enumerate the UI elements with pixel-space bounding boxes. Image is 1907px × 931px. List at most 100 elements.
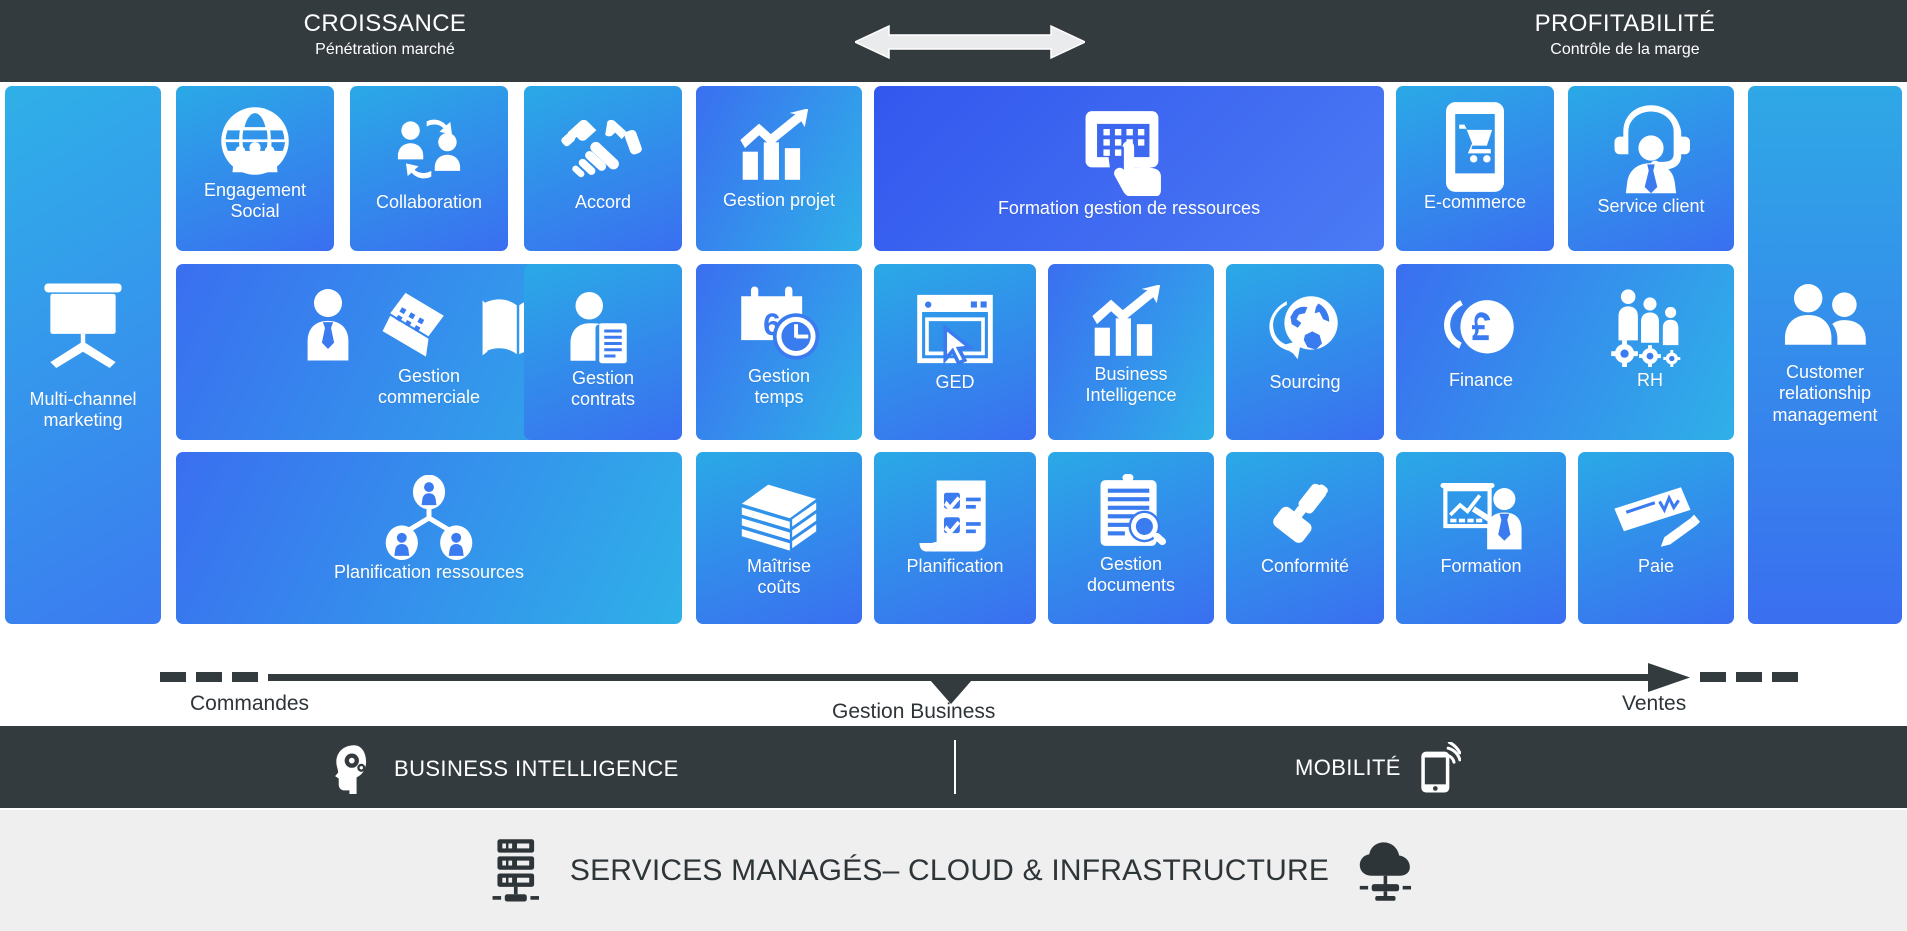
tile-multi-channel-marketing[interactable]: Multi-channel marketing	[5, 86, 161, 624]
money-stack-icon	[696, 478, 862, 556]
tile-gestion-contrats[interactable]: Gestion contrats	[524, 264, 682, 440]
tile-label: Business	[1094, 364, 1168, 384]
tile-label: documents	[1086, 575, 1176, 596]
browser-cursor-icon	[874, 286, 1036, 372]
two-people-icon	[1748, 284, 1902, 346]
header-left-subtitle: Pénétration marché	[315, 41, 455, 58]
calendar-clock-icon: 6	[696, 280, 862, 366]
tile-customer-relationship-management[interactable]: Customer relationship management	[1748, 86, 1902, 624]
process-flow: Commandes Gestion Business Ventes	[0, 636, 1907, 740]
tile-gestion-projet[interactable]: Gestion projet	[696, 86, 862, 251]
business-intelligence-group[interactable]: BUSINESS INTELLIGENCE	[330, 744, 679, 794]
tile-label: Sourcing	[1269, 372, 1341, 392]
tile-ged[interactable]: GED	[874, 264, 1036, 440]
clipboard-magnifier-icon	[1048, 472, 1214, 554]
head-gear-icon	[335, 745, 367, 794]
tile-label: Intelligence	[1085, 385, 1177, 406]
tile-label: Service client	[1597, 196, 1705, 216]
tile-label: Gestion	[1099, 554, 1163, 574]
tile-gestion-documents[interactable]: Gestion documents	[1048, 452, 1214, 624]
tile-label: Gestion	[747, 366, 811, 386]
tile-label: management	[1772, 404, 1878, 425]
tile-label: Formation	[1440, 556, 1522, 576]
tile-conformite[interactable]: Conformité	[1226, 452, 1384, 624]
touch-tablet-icon	[874, 106, 1384, 198]
tile-label: Engagement	[203, 180, 307, 200]
flow-label-start: Commandes	[190, 692, 310, 715]
double-headed-horizontal-arrow-icon	[855, 24, 1085, 60]
tile-label: E-commerce	[1423, 192, 1526, 212]
bar-chart-arrow-icon	[1048, 282, 1214, 364]
tile-finance[interactable]: Finance	[1396, 264, 1566, 440]
tile-label: temps	[754, 387, 804, 408]
tile-label: Conformité	[1260, 556, 1350, 576]
cheque-pen-icon	[1578, 478, 1734, 556]
infrastructure-band: SERVICES MANAGÉS– CLOUD & INFRASTRUCTURE	[0, 810, 1907, 931]
header-left-group: CROISSANCE Pénétration marché	[225, 9, 545, 61]
tile-label: Accord	[574, 192, 632, 212]
diagram-canvas: CROISSANCE Pénétration marché PROFITABIL…	[0, 0, 1907, 931]
tile-e-commerce[interactable]: E-commerce	[1396, 86, 1554, 251]
tile-label: Finance	[1448, 370, 1514, 390]
flow-label-end: Ventes	[1622, 692, 1687, 715]
server-rack-icon	[492, 838, 539, 902]
cloud-network-icon	[1359, 841, 1412, 901]
tile-label: Planification	[906, 556, 1004, 576]
globe-people-icon	[176, 102, 334, 180]
tile-business-intelligence[interactable]: Business Intelligence	[1048, 264, 1214, 440]
collaboration-cycle-icon	[350, 106, 508, 192]
tile-label: coûts	[757, 577, 801, 598]
business-intelligence-label: BUSINESS INTELLIGENCE	[394, 756, 679, 781]
headset-agent-icon	[1568, 100, 1734, 196]
header-right-group: PROFITABILITÉ Contrôle de la marge	[1455, 9, 1795, 61]
tile-label: Social	[230, 201, 280, 222]
globe-arrow-icon	[1226, 286, 1384, 372]
tile-label: commerciale	[377, 387, 481, 408]
tile-label: RH	[1637, 370, 1663, 390]
tile-label: Planification ressources	[333, 562, 525, 582]
tile-rh[interactable]: RH	[1566, 264, 1734, 440]
tile-label: Formation gestion de ressources	[997, 198, 1261, 218]
checklist-icon	[874, 476, 1036, 556]
tile-label: Multi-channel	[29, 388, 137, 409]
tile-label: Collaboration	[375, 192, 483, 212]
tile-label: contrats	[570, 389, 636, 410]
handshake-icon	[524, 106, 682, 192]
person-document-icon	[524, 286, 682, 368]
mobilite-label: MOBILITÉ	[1295, 755, 1401, 780]
header-band: CROISSANCE Pénétration marché PROFITABIL…	[0, 0, 1907, 82]
people-gears-icon	[1566, 284, 1734, 370]
tile-label: Paie	[1637, 556, 1675, 576]
services-band: BUSINESS INTELLIGENCE MOBILITÉ	[0, 726, 1907, 808]
band-divider	[954, 740, 956, 794]
infrastructure-label: SERVICES MANAGÉS– CLOUD & INFRASTRUCTURE	[569, 853, 1330, 887]
mobile-shopping-cart-icon	[1396, 102, 1554, 192]
whiteboard-presenter-icon	[1396, 474, 1566, 556]
tile-maitrise-couts[interactable]: Maîtrise coûts	[696, 452, 862, 624]
tile-paie[interactable]: Paie	[1578, 452, 1734, 624]
tile-collaboration[interactable]: Collaboration	[350, 86, 508, 251]
tile-planification[interactable]: Planification	[874, 452, 1036, 624]
header-left-title: CROISSANCE	[303, 10, 467, 37]
pound-coin-icon	[1396, 286, 1566, 370]
tile-accord[interactable]: Accord	[524, 86, 682, 251]
growth-chart-arrow-icon	[696, 104, 862, 190]
tile-engagement-social[interactable]: Engagement Social	[176, 86, 334, 251]
tile-label: GED	[935, 372, 975, 392]
tile-formation-gestion-de-ressources[interactable]: Formation gestion de ressources	[874, 86, 1384, 251]
tile-planification-ressources[interactable]: Planification ressources	[176, 452, 682, 624]
gavel-icon	[1226, 478, 1384, 556]
tile-gestion-temps[interactable]: 6 Gestion temps	[696, 264, 862, 440]
mobilite-group[interactable]: MOBILITÉ	[1295, 742, 1461, 794]
org-chart-people-icon	[176, 474, 682, 562]
tile-service-client[interactable]: Service client	[1568, 86, 1734, 251]
projector-screen-icon	[5, 279, 161, 371]
tile-formation[interactable]: Formation	[1396, 452, 1566, 624]
tile-label: Gestion	[571, 368, 635, 388]
capability-grid: Multi-channel marketing Engagement Socia…	[0, 84, 1907, 636]
header-right-subtitle: Contrôle de la marge	[1550, 41, 1700, 58]
tile-sourcing[interactable]: Sourcing	[1226, 264, 1384, 440]
tile-label: Maîtrise	[746, 556, 811, 576]
tile-label: Gestion	[397, 366, 461, 386]
tile-label: relationship	[1778, 383, 1872, 404]
